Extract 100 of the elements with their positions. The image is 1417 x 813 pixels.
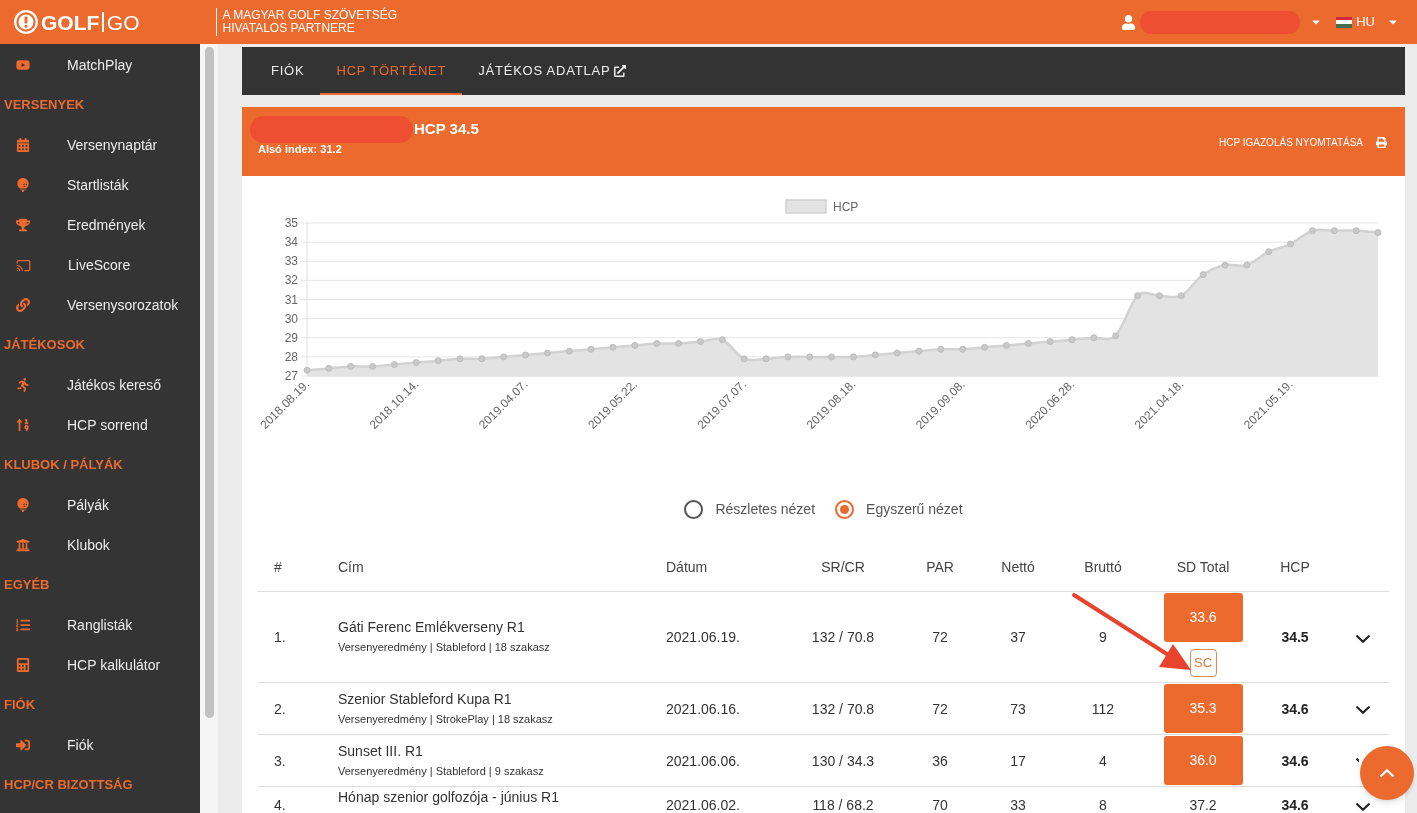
column-header: PAR	[926, 557, 954, 577]
legend-label: HCP	[833, 200, 859, 214]
table-cell: 1.	[274, 629, 286, 645]
table-cell: 9	[1099, 629, 1107, 645]
table-cell: 8	[1099, 797, 1107, 813]
sidebar-item[interactable]: HCP kalkulátor	[0, 645, 200, 685]
data-point	[1374, 229, 1382, 237]
logo-text: GO	[106, 11, 140, 33]
radio-option[interactable]: Egyszerű nézet	[835, 498, 963, 520]
data-point	[456, 355, 464, 363]
data-point	[347, 362, 355, 370]
data-point	[1090, 334, 1098, 342]
sidebar-item[interactable]: Startlisták	[0, 165, 200, 205]
scrollbar[interactable]	[204, 47, 214, 718]
table-cell: 17	[1010, 752, 1026, 769]
axis-label: 27	[284, 369, 298, 383]
chevron-down-icon[interactable]	[1356, 706, 1370, 714]
calculator-icon	[16, 658, 30, 672]
building-columns-icon	[16, 538, 30, 552]
print-icon	[1376, 137, 1387, 148]
numbered-list-icon	[16, 618, 30, 632]
data-point	[434, 357, 442, 365]
sidebar-item[interactable]: MatchPlay	[0, 45, 200, 85]
sidebar-item[interactable]: Klubok	[0, 525, 200, 565]
data-point	[1155, 292, 1163, 300]
data-point	[937, 345, 945, 353]
data-point	[959, 345, 967, 353]
data-point	[1243, 261, 1251, 269]
table-cell: 34.6	[1281, 797, 1309, 813]
data-point	[1199, 271, 1207, 279]
axis-label: 35	[284, 216, 298, 230]
tab[interactable]: HCP TÖRTÉNET	[320, 47, 463, 95]
sidebar-item[interactable]: Pályák	[0, 485, 200, 525]
axis-label: 32	[284, 273, 298, 288]
calendar-icon	[16, 138, 30, 152]
column-header: #	[274, 559, 282, 575]
data-point	[828, 353, 836, 361]
data-point	[1177, 292, 1185, 300]
event-subtitle: Versenyeredmény | Stableford | 9 szakasz	[338, 763, 545, 779]
data-point	[390, 361, 398, 369]
table-cell: 2021.06.02.	[666, 797, 740, 813]
axis-label: 31	[284, 292, 298, 307]
tab[interactable]: JÁTÉKOS ADATLAP	[462, 47, 643, 95]
table-cell: 72	[932, 629, 948, 645]
table-cell: 2.	[274, 700, 286, 717]
running-person-icon	[16, 378, 30, 392]
sidebar-section-title: JÁTÉKOSOK	[4, 336, 85, 355]
sidebar-item[interactable]: LiveScore	[0, 245, 200, 285]
chevron-down-icon[interactable]	[1356, 634, 1370, 643]
data-point	[849, 353, 857, 361]
data-point	[718, 336, 726, 344]
sidebar-item[interactable]: Fiók	[0, 725, 200, 765]
sd-total-value: 37.2	[1189, 797, 1217, 813]
data-point	[762, 355, 770, 363]
sidebar-item[interactable]: Játékos kereső	[0, 365, 200, 405]
sidebar-item[interactable]: Ranglisták	[0, 605, 200, 645]
sidebar-section-title: VERSENYEK	[4, 96, 85, 115]
logo-icon	[14, 10, 38, 34]
data-point	[1046, 338, 1054, 346]
data-point	[981, 343, 989, 351]
sidebar-item[interactable]: Versenysorozatok	[0, 285, 200, 325]
data-point	[806, 353, 814, 361]
event-title: Gáti Ferenc Emlékverseny R1	[338, 618, 526, 637]
data-point	[696, 338, 704, 346]
table-cell: 2021.06.06.	[666, 752, 740, 769]
column-header: SD Total	[1176, 557, 1230, 577]
sidebar-item[interactable]: Eredmények	[0, 205, 200, 245]
data-point	[522, 351, 530, 359]
trophy-icon	[16, 218, 30, 232]
data-point	[587, 345, 595, 353]
data-point	[893, 349, 901, 357]
data-point	[1287, 240, 1295, 248]
data-point	[1002, 341, 1010, 349]
legend-swatch	[785, 199, 827, 214]
data-point	[412, 359, 420, 367]
lower-index-text: Alsó index: 31.2	[257, 143, 343, 156]
data-point	[1330, 227, 1338, 235]
sidebar-item[interactable]: HCP sorrend	[0, 405, 200, 445]
table-cell: 112	[1091, 700, 1115, 717]
sidebar-item[interactable]: Versenynaptár	[0, 125, 200, 165]
table-cell: 70	[932, 797, 948, 813]
data-point	[325, 364, 333, 372]
user-icon[interactable]	[1121, 14, 1137, 30]
chevron-down-icon[interactable]	[1356, 802, 1370, 811]
sidebar-section-title: FIÓK	[4, 696, 36, 715]
radio-option[interactable]: Részletes nézet	[684, 498, 816, 520]
axis-label: 28	[284, 349, 298, 364]
data-point	[1308, 227, 1316, 235]
event-title: Szenior Stableford Kupa R1	[338, 689, 513, 709]
sort-numeric-icon	[16, 418, 30, 432]
table-cell: 34.6	[1281, 700, 1309, 717]
link-icon	[16, 298, 30, 312]
axis-label: 34	[284, 235, 298, 250]
data-point	[631, 341, 639, 349]
tab[interactable]: FIÓK	[255, 47, 321, 95]
sidebar-section-title: EGYÉB	[4, 576, 50, 595]
table-cell: 132 / 70.8	[811, 700, 875, 717]
data-point	[1221, 261, 1229, 269]
table-cell: 3.	[274, 752, 286, 769]
sd-total-value: 33.6	[1163, 593, 1243, 642]
